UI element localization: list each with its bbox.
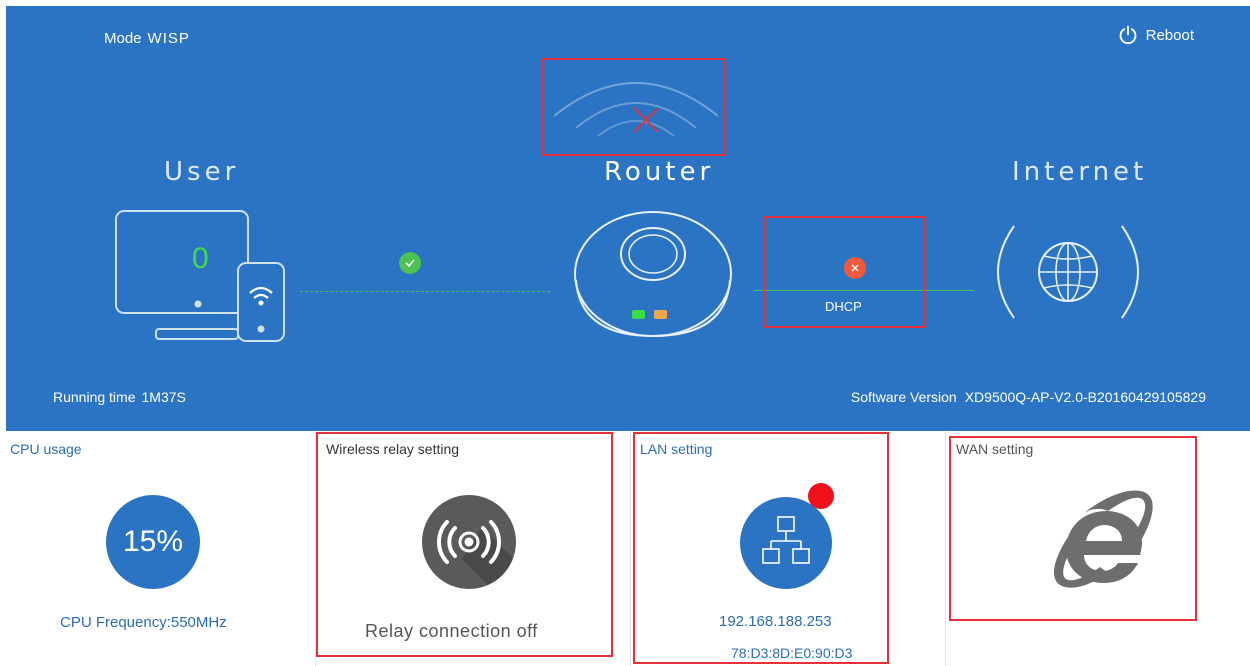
user-devices-icon [115, 210, 285, 342]
reboot-label: Reboot [1145, 26, 1194, 44]
running-time-value: 1M37S [141, 389, 186, 405]
mode-label: Mode [104, 30, 142, 47]
globe-icon [997, 225, 1139, 319]
power-icon [1119, 25, 1136, 45]
relay-panel-highlight [316, 432, 613, 657]
running-time: Running time 1M37S [53, 389, 186, 405]
check-circle-icon [399, 252, 421, 274]
router-label: Router [604, 157, 715, 187]
connected-users-count: 0 [192, 242, 209, 275]
status-header: Mode WISP Reboot User Router Internet 0 [6, 6, 1250, 431]
cpu-usage-panel: CPU usage 15% CPU Frequency:550MHz [0, 431, 310, 666]
internet-label: Internet [1012, 157, 1148, 187]
wan-status-highlight [764, 216, 926, 328]
mode-indicator: Mode WISP [104, 30, 190, 47]
cpu-usage-title: CPU usage [10, 441, 82, 457]
cpu-usage-value: 15% [106, 495, 200, 589]
lan-panel-highlight [633, 432, 889, 664]
software-version: Software Version XD9500Q-AP-V2.0-B2016042… [851, 389, 1206, 405]
cpu-frequency: CPU Frequency:550MHz [60, 614, 227, 631]
user-label: User [164, 157, 240, 187]
wireless-signal-highlight [542, 58, 725, 156]
running-time-label: Running time [53, 389, 136, 405]
wan-panel-highlight [949, 436, 1197, 621]
router-device-icon [574, 211, 732, 338]
reboot-button[interactable]: Reboot [1118, 25, 1194, 45]
software-version-value: XD9500Q-AP-V2.0-B20160429105829 [964, 389, 1206, 405]
mode-value: WISP [147, 30, 190, 47]
software-version-label: Software Version [850, 389, 957, 405]
user-router-link [300, 291, 550, 292]
